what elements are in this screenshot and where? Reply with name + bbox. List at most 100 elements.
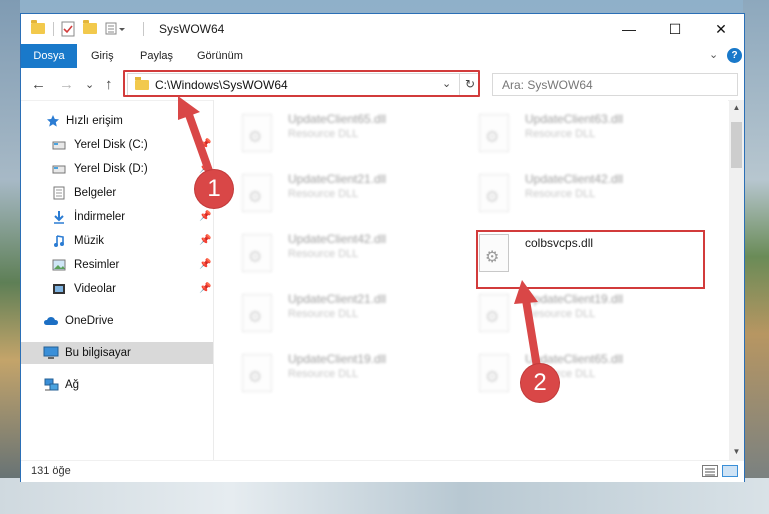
file-item[interactable]: ⚙ UpdateClient21.dll Resource DLL [242, 292, 462, 340]
pin-icon[interactable]: 📌 [199, 278, 211, 300]
sidebar-item-documents[interactable]: Belgeler 📌 [21, 182, 213, 204]
file-item[interactable]: ⚙ UpdateClient21.dll Resource DLL [242, 172, 462, 220]
file-item[interactable]: ⚙ UpdateClient42.dll Resource DLL [479, 172, 699, 220]
desktop-background-bottom [0, 478, 769, 514]
file-type: Resource DLL [288, 188, 359, 200]
callout-badge-2: 2 [521, 364, 559, 402]
file-item[interactable]: ⚙ UpdateClient19.dll Resource DLL [242, 352, 462, 400]
back-arrow-icon[interactable]: ← [31, 76, 46, 93]
scroll-thumb[interactable] [731, 122, 742, 168]
file-item[interactable]: ⚙ UpdateClient19.dll Resource DLL [479, 292, 699, 340]
minimize-button[interactable]: — [606, 14, 652, 44]
title-separator [143, 22, 144, 36]
window-title: SysWOW64 [159, 22, 225, 36]
sidebar-item-disk-c[interactable]: Yerel Disk (C:) 📌 [21, 134, 213, 156]
maximize-button[interactable]: ☐ [652, 14, 698, 44]
desktop-background-left [0, 0, 20, 514]
sidebar-item-network[interactable]: Ağ [21, 374, 213, 396]
customize-toolbar-icon[interactable] [105, 21, 125, 37]
sidebar-item-onedrive[interactable]: OneDrive [21, 310, 213, 332]
sidebar-item-label: Videolar [74, 283, 116, 295]
file-name: UpdateClient42.dll [525, 172, 624, 186]
file-item[interactable]: ⚙ UpdateClient63.dll Resource DLL [479, 112, 699, 160]
new-folder-icon[interactable] [83, 20, 97, 34]
pin-icon[interactable]: 📌 [199, 134, 211, 156]
file-name: UpdateClient21.dll [288, 292, 387, 306]
download-icon [52, 210, 66, 224]
navigation-pane: Hızlı erişim Yerel Disk (C:) 📌 Yerel Dis… [21, 110, 213, 455]
sidebar-item-label: Müzik [74, 235, 105, 247]
help-icon[interactable]: ? [727, 48, 742, 63]
sidebar-item-music[interactable]: Müzik 📌 [21, 230, 213, 252]
navigation-bar: ← → ⌄ ↑ C:\Windows\SysWOW64 ⌄ ↻ Ara: Sys… [21, 70, 744, 101]
pictures-icon [52, 258, 66, 272]
sidebar-item-downloads[interactable]: İndirmeler 📌 [21, 206, 213, 228]
sidebar-item-label: Yerel Disk (C:) [74, 139, 148, 151]
tab-file[interactable]: Dosya [21, 44, 77, 68]
close-button[interactable]: ✕ [698, 14, 744, 44]
sidebar-item-label: Resimler [74, 259, 120, 271]
dll-file-icon: ⚙ [242, 354, 272, 392]
file-explorer-window: SysWOW64 — ☐ ✕ Dosya Giriş Paylaş Görünü… [20, 13, 745, 482]
sidebar-item-label: Hızlı erişim [66, 115, 123, 127]
drive-icon [52, 138, 66, 152]
computer-icon [43, 346, 59, 360]
file-name: UpdateClient19.dll [288, 352, 387, 366]
star-icon [46, 114, 60, 128]
file-type: Resource DLL [525, 188, 596, 200]
search-input[interactable]: Ara: SysWOW64 [492, 73, 738, 96]
file-type: Resource DLL [525, 128, 596, 140]
sidebar-item-label: Yerel Disk (D:) [74, 163, 148, 175]
sidebar-item-disk-d[interactable]: Yerel Disk (D:) 📌 [21, 158, 213, 180]
file-name: UpdateClient42.dll [288, 232, 387, 246]
forward-arrow-icon[interactable]: → [59, 76, 74, 93]
tab-home[interactable]: Giriş [91, 44, 114, 68]
scroll-down-arrow-icon[interactable]: ▼ [729, 444, 744, 460]
file-item[interactable]: ⚙ UpdateClient65.dll Resource DLL [242, 112, 462, 160]
pin-icon[interactable]: 📌 [199, 230, 211, 252]
vertical-scrollbar[interactable]: ▲ ▼ [729, 100, 744, 460]
folder-icon [31, 20, 45, 34]
large-icons-view-icon[interactable] [722, 465, 738, 477]
file-type: Resource DLL [288, 308, 359, 320]
sidebar-item-label: İndirmeler [74, 211, 126, 223]
sidebar-item-label: Ağ [65, 379, 80, 391]
expand-ribbon-icon[interactable]: ⌄ [709, 48, 718, 61]
details-view-icon[interactable] [702, 465, 718, 477]
file-item[interactable]: ⚙ UpdateClient42.dll Resource DLL [242, 232, 462, 280]
tab-share[interactable]: Paylaş [140, 44, 173, 68]
cloud-icon [43, 314, 58, 328]
pin-icon[interactable]: 📌 [199, 254, 211, 276]
dll-file-icon: ⚙ [242, 234, 272, 272]
tab-view[interactable]: Görünüm [197, 44, 243, 68]
search-placeholder: Ara: SysWOW64 [502, 78, 593, 92]
sidebar-item-pictures[interactable]: Resimler 📌 [21, 254, 213, 276]
file-item[interactable]: ⚙ UpdateClient65.dll Resource DLL [479, 352, 699, 400]
file-name: UpdateClient19.dll [525, 292, 624, 306]
drive-icon [52, 162, 66, 176]
recent-locations-icon[interactable]: ⌄ [85, 78, 94, 91]
sidebar-item-this-pc[interactable]: Bu bilgisayar [21, 342, 213, 364]
file-type: Resource DLL [288, 368, 359, 380]
sidebar-item-quick-access[interactable]: Hızlı erişim [21, 110, 213, 132]
sidebar-item-videos[interactable]: Videolar 📌 [21, 278, 213, 300]
address-highlight-box [123, 70, 480, 97]
network-icon [43, 378, 59, 392]
documents-icon [52, 186, 66, 200]
title-bar: SysWOW64 — ☐ ✕ [21, 14, 744, 44]
music-icon [52, 234, 66, 248]
dll-file-icon: ⚙ [479, 354, 509, 392]
pin-icon[interactable]: 📌 [199, 206, 211, 228]
dll-file-icon: ⚙ [242, 114, 272, 152]
properties-icon[interactable] [61, 21, 77, 37]
file-type: Resource DLL [525, 308, 596, 320]
scroll-up-arrow-icon[interactable]: ▲ [729, 100, 744, 116]
up-arrow-icon[interactable]: ↑ [105, 76, 113, 93]
desktop-background-right [743, 0, 769, 514]
sidebar-item-label: OneDrive [65, 315, 114, 327]
dll-file-icon: ⚙ [479, 174, 509, 212]
dll-file-icon: ⚙ [242, 174, 272, 212]
file-type: Resource DLL [288, 248, 359, 260]
ribbon-tabs: Dosya Giriş Paylaş Görünüm ⌄ ? [21, 44, 744, 68]
sidebar-item-label: Belgeler [74, 187, 117, 199]
